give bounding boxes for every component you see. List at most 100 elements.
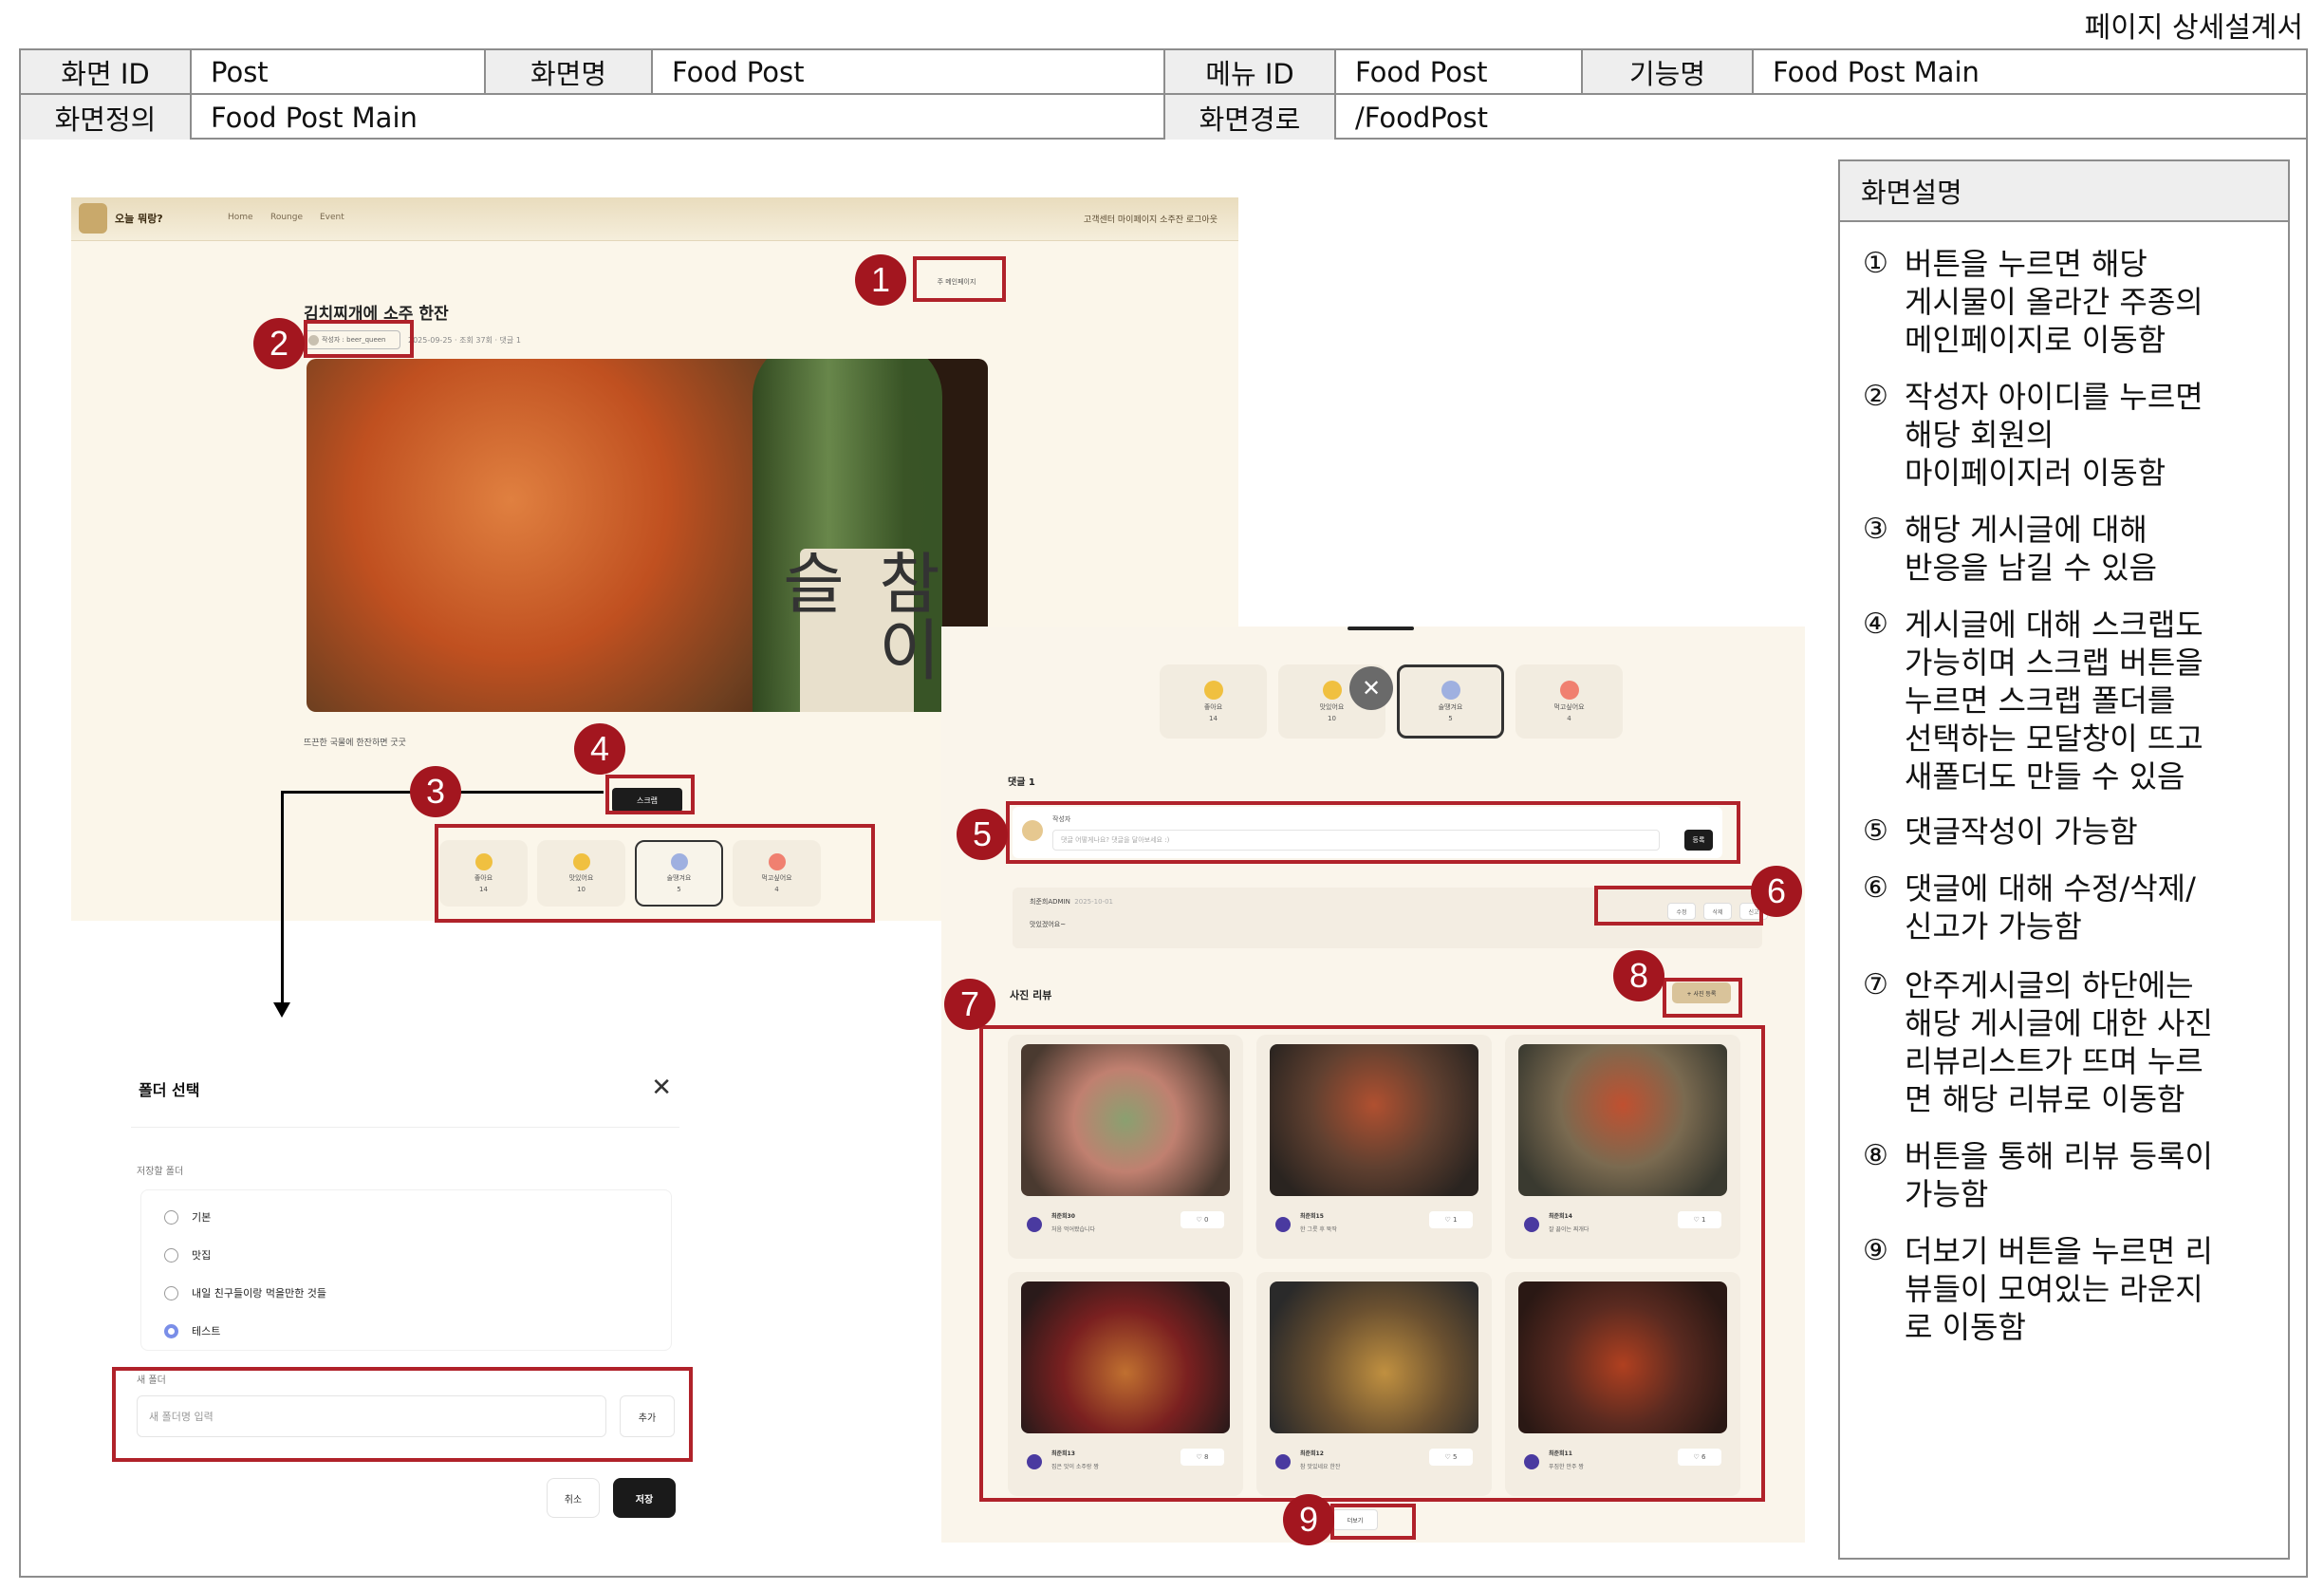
description-item: ⑥ 댓글에 대해 수정/삭제/ 신고가 가능함 xyxy=(1863,870,2271,945)
description-num: ⑧ xyxy=(1863,1139,1888,1172)
reaction-drink[interactable]: 술땡겨요 5 xyxy=(1397,664,1504,739)
function-label: 기능명 xyxy=(1583,50,1754,93)
radio-icon[interactable] xyxy=(164,1285,178,1300)
badge-9: 9 xyxy=(1283,1494,1334,1545)
highlight-4 xyxy=(605,775,695,814)
description-panel: 화면설명 ① 버튼을 누르면 해당 게시물이 올라간 주종의 메인페이지로 이동함… xyxy=(1838,159,2290,1560)
description-item: ⑧ 버튼을 통해 리뷰 등록이 가능함 xyxy=(1863,1137,2271,1213)
emoji-icon xyxy=(1559,681,1579,700)
doc-title: 페이지 상세설계서 xyxy=(2084,11,2303,45)
description-item: ④ 게시글에 대해 스크랩도 가능히며 스크랩 버튼을 누르면 스크랩 폴더를 선… xyxy=(1863,606,2271,795)
description-item: ③ 해당 게시글에 대해 반응을 남길 수 있음 xyxy=(1863,511,2271,587)
close-icon[interactable]: ✕ xyxy=(651,1074,672,1102)
folder-name: 기본 xyxy=(192,1211,212,1224)
site-logo[interactable] xyxy=(79,203,107,234)
description-num: ② xyxy=(1863,380,1888,413)
modal-title: 폴더 선택 xyxy=(139,1081,200,1099)
folder-option-selected[interactable]: 테스트 xyxy=(164,1323,220,1338)
reaction-count: 5 xyxy=(1448,715,1453,722)
post-photo: 참이슬 xyxy=(307,359,988,712)
folder-select-modal: 폴더 선택 ✕ 저장할 폴더 기본 맛집 내일 친구들이랑 먹을만한 것들 테스… xyxy=(104,1049,693,1543)
menu-id-value: Food Post xyxy=(1336,50,1583,93)
badge-7: 7 xyxy=(944,979,995,1030)
reaction-count: 10 xyxy=(1328,715,1336,722)
description-text: 더보기 버튼을 누르면 리 뷰들이 모여있는 라운지 로 이동함 xyxy=(1905,1233,2213,1345)
path-label: 화면경로 xyxy=(1165,95,1336,140)
reaction-want[interactable]: 먹고싶어요 4 xyxy=(1515,664,1623,739)
header-row-1: 화면 ID Post 화면명 Food Post 메뉴 ID Food Post… xyxy=(21,50,2306,95)
description-num: ③ xyxy=(1863,513,1888,546)
description-text: 댓글작성이 가능함 xyxy=(1905,814,2138,850)
site-nav: 오늘 뭐랑? Home Rounge Event 고객센터 마이페이지 소주잔 … xyxy=(71,197,1238,241)
comment-text: 맛있겠어요~ xyxy=(1030,921,1067,928)
modal-divider xyxy=(131,1127,679,1128)
description-item: ① 버튼을 누르면 해당 게시물이 올라간 주종의 메인페이지로 이동함 xyxy=(1863,245,2271,359)
comment-count: 댓글 1 xyxy=(1008,777,1035,788)
reaction-row-2: 좋아요 14 맛있어요 10 술땡겨요 5 먹고싶어요 4 xyxy=(1160,664,1623,739)
description-item: ⑨ 더보기 버튼을 누르면 리 뷰들이 모여있는 라운지 로 이동함 xyxy=(1863,1232,2271,1346)
badge-4: 4 xyxy=(574,723,625,775)
radio-icon[interactable] xyxy=(164,1209,178,1225)
folder-name: 맛집 xyxy=(192,1249,212,1262)
reaction-label: 먹고싶어요 xyxy=(1553,703,1585,711)
comment-username[interactable]: 최준희ADMIN xyxy=(1030,898,1070,906)
description-text: 버튼을 누르면 해당 게시물이 올라간 주종의 메인페이지로 이동함 xyxy=(1905,246,2203,358)
highlight-2 xyxy=(304,320,414,358)
reaction-like[interactable]: 좋아요 14 xyxy=(1160,664,1267,739)
description-text: 댓글에 대해 수정/삭제/ 신고가 가능함 xyxy=(1905,870,2196,945)
reaction-count: 4 xyxy=(1567,715,1571,722)
bottle-label: 참이슬 xyxy=(770,549,943,712)
description-num: ① xyxy=(1863,247,1888,280)
folder-option[interactable]: 기본 xyxy=(164,1209,211,1225)
badge-6: 6 xyxy=(1751,866,1802,917)
header-row-2: 화면정의 Food Post Main 화면경로 /FoodPost xyxy=(21,95,2306,140)
description-item: ⑤ 댓글작성이 가능함 xyxy=(1863,813,2271,851)
highlight-3 xyxy=(435,824,875,923)
emoji-icon xyxy=(1322,681,1342,700)
badge-1: 1 xyxy=(855,254,906,306)
nav-event[interactable]: Event xyxy=(320,213,344,222)
definition-value: Food Post Main xyxy=(192,95,1165,140)
highlight-9 xyxy=(1330,1504,1416,1540)
nav-right-menu[interactable]: 고객센터 마이페이지 소주잔 로그아웃 xyxy=(1084,213,1218,225)
nav-home[interactable]: Home xyxy=(228,213,253,222)
emoji-icon xyxy=(1203,681,1223,700)
nav-rounge[interactable]: Rounge xyxy=(270,213,303,222)
description-item: ⑦ 안주게시글의 하단에는 해당 게시글에 대한 사진 리뷰리스트가 뜨며 누르 … xyxy=(1863,966,2271,1118)
badge-2: 2 xyxy=(253,318,305,369)
post-meta-text: 2025-09-25 · 조회 37회 · 댓글 1 xyxy=(408,335,521,345)
highlight-7 xyxy=(979,1025,1765,1502)
description-text: 버튼을 통해 리뷰 등록이 가능함 xyxy=(1905,1138,2213,1212)
description-text: 해당 게시글에 대해 반응을 남길 수 있음 xyxy=(1905,512,2158,586)
arrow-down-icon xyxy=(273,1002,290,1018)
header-table: 화면 ID Post 화면명 Food Post 메뉴 ID Food Post… xyxy=(19,48,2308,140)
description-text: 작성자 아이디를 누르면 해당 회원의 마이페이지러 이동함 xyxy=(1905,379,2203,491)
comment-date: 2025-10-01 xyxy=(1074,898,1113,906)
screen-id-label: 화면 ID xyxy=(21,50,192,93)
description-text: 안주게시글의 하단에는 해당 게시글에 대한 사진 리뷰리스트가 뜨며 누르 면… xyxy=(1905,967,2213,1117)
comment-user: 최준희ADMIN 2025-10-01 xyxy=(1030,897,1113,907)
description-text: 게시글에 대해 스크랩도 가능히며 스크랩 버튼을 누르면 스크랩 폴더를 선택… xyxy=(1905,607,2203,795)
highlight-1 xyxy=(913,256,1006,302)
scroll-handle xyxy=(1348,627,1414,630)
folder-option[interactable]: 맛집 xyxy=(164,1247,211,1263)
reaction-label: 좋아요 xyxy=(1203,703,1223,711)
cancel-button[interactable]: 취소 xyxy=(547,1478,600,1518)
folder-option[interactable]: 내일 친구들이랑 먹을만한 것들 xyxy=(164,1285,326,1300)
folder-name: 테스트 xyxy=(192,1325,221,1337)
radio-checked-icon[interactable] xyxy=(164,1323,178,1338)
badge-8: 8 xyxy=(1613,950,1664,1001)
reaction-label: 맛있어요 xyxy=(1319,703,1345,711)
site-name[interactable]: 오늘 뭐랑? xyxy=(115,211,163,226)
folder-list: 기본 맛집 내일 친구들이랑 먹을만한 것들 테스트 xyxy=(140,1189,672,1351)
radio-icon[interactable] xyxy=(164,1247,178,1263)
path-value: /FoodPost xyxy=(1355,101,1488,134)
reaction-count: 14 xyxy=(1209,715,1218,722)
highlight-5 xyxy=(1006,801,1740,864)
close-icon[interactable]: ✕ xyxy=(1349,666,1393,710)
description-num: ⑨ xyxy=(1863,1234,1888,1267)
reaction-label: 술땡겨요 xyxy=(1438,703,1463,711)
screen-name-label: 화면명 xyxy=(486,50,653,93)
save-button[interactable]: 저장 xyxy=(613,1478,676,1518)
badge-5: 5 xyxy=(957,809,1008,860)
